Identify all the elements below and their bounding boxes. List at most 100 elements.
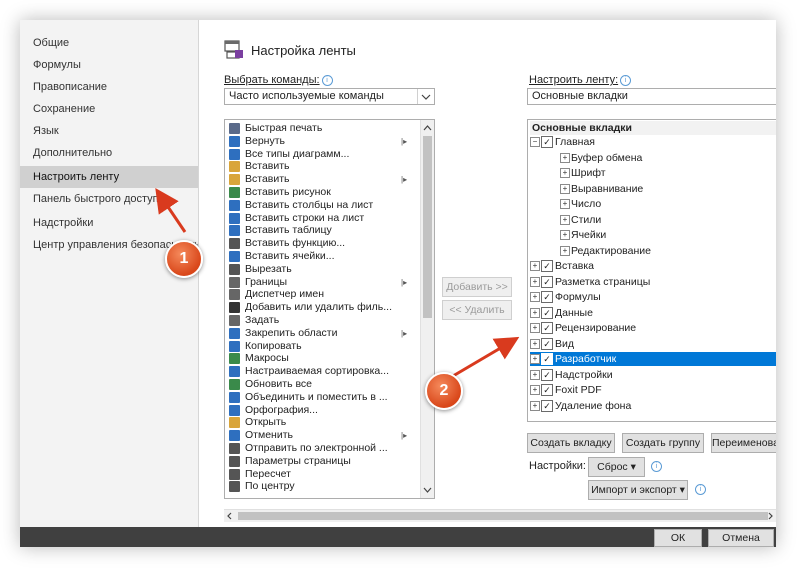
tree-group-item[interactable]: + Выравнивание [560, 182, 776, 196]
command-item[interactable]: Задать [229, 314, 409, 327]
cancel-button[interactable]: Отмена [708, 529, 774, 547]
sidebar-item-proofing[interactable]: Правописание [20, 76, 198, 98]
command-item[interactable]: Добавить или удалить филь... [229, 301, 409, 314]
command-item[interactable]: Вставить |▸ [229, 173, 409, 186]
expand-icon[interactable]: + [530, 400, 540, 411]
command-item[interactable]: Отправить по электронной ... [229, 442, 409, 455]
command-item[interactable]: Вставить столбцы на лист [229, 199, 409, 212]
tree-tab-item[interactable]: + ✓ Удаление фона [530, 399, 776, 413]
tree-group-item[interactable]: + Число [560, 197, 776, 211]
new-tab-button[interactable]: Создать вкладку [527, 433, 615, 453]
expand-icon[interactable]: + [560, 183, 570, 194]
sidebar-item-quick-access-toolbar[interactable]: Панель быстрого доступа [20, 188, 198, 210]
command-item[interactable]: Открыть [229, 416, 409, 429]
command-item[interactable]: Все типы диаграмм... [229, 148, 409, 161]
expand-icon[interactable]: + [530, 276, 540, 287]
tree-tab-item[interactable]: + ✓ Разработчик [530, 352, 776, 366]
command-item[interactable]: Пересчет [229, 468, 409, 481]
tree-group-item[interactable]: + Буфер обмена [560, 151, 776, 165]
sidebar-item-customize-ribbon[interactable]: Настроить ленту [20, 166, 198, 188]
tree-tab-item[interactable]: + ✓ Данные [530, 306, 776, 320]
command-item[interactable]: Вставить функцию... [229, 237, 409, 250]
sidebar-item-formulas[interactable]: Формулы [20, 54, 198, 76]
tab-checkbox[interactable]: ✓ [541, 260, 553, 272]
collapse-icon[interactable]: − [530, 137, 540, 147]
sidebar-item-advanced[interactable]: Дополнительно [20, 142, 198, 164]
command-item[interactable]: Вставить таблицу [229, 224, 409, 237]
commands-scrollbar[interactable] [420, 120, 434, 498]
expand-icon[interactable]: + [530, 369, 540, 380]
command-item[interactable]: Вернуть |▸ [229, 135, 409, 148]
command-item[interactable]: Вырезать [229, 263, 409, 276]
expand-icon[interactable]: + [530, 385, 540, 395]
scrollbar-thumb[interactable] [423, 136, 432, 318]
expand-icon[interactable]: + [530, 338, 540, 349]
expand-icon[interactable]: + [530, 354, 540, 364]
tab-checkbox[interactable]: ✓ [541, 337, 553, 350]
tree-tab-item[interactable]: + ✓ Разметка страницы [530, 275, 776, 289]
sidebar-item-language[interactable]: Язык [20, 120, 198, 142]
tree-group-item[interactable]: + Ячейки [560, 228, 776, 242]
command-item[interactable]: Макросы [229, 352, 409, 365]
expand-icon[interactable]: + [530, 292, 540, 302]
expand-icon[interactable]: + [530, 261, 540, 271]
command-item[interactable]: Вставить рисунок [229, 186, 409, 199]
command-item[interactable]: Копировать [229, 340, 409, 353]
customize-ribbon-select[interactable]: Основные вкладки [527, 88, 776, 105]
ok-button[interactable]: ОК [654, 529, 702, 547]
command-item[interactable]: Вставить [229, 160, 409, 173]
tree-group-item[interactable]: + Стили [560, 213, 776, 227]
sidebar-item-addins[interactable]: Надстройки [20, 212, 198, 234]
tree-group-item[interactable]: + Шрифт [560, 166, 776, 180]
tab-checkbox[interactable]: ✓ [541, 399, 553, 412]
command-item[interactable]: Объединить и поместить в ... [229, 391, 409, 404]
tree-group-item[interactable]: + Редактирование [560, 244, 776, 258]
choose-commands-select[interactable]: Часто используемые команды [224, 88, 435, 105]
command-item[interactable]: Вставить ячейки... [229, 250, 409, 263]
command-item[interactable]: Закрепить области |▸ [229, 327, 409, 340]
horizontal-scrollbar[interactable] [224, 509, 776, 522]
expand-icon[interactable]: + [560, 168, 570, 178]
horizontal-scrollbar-thumb[interactable] [238, 512, 768, 520]
command-item[interactable]: По центру [229, 480, 409, 493]
tree-tab-item[interactable]: + ✓ Вид [530, 337, 776, 351]
command-item[interactable]: Настраиваемая сортировка... [229, 365, 409, 378]
tab-checkbox[interactable]: ✓ [541, 291, 553, 303]
expand-icon[interactable]: + [560, 199, 570, 209]
reset-button[interactable]: Сброс ▾ [588, 457, 645, 477]
sidebar-item-save[interactable]: Сохранение [20, 98, 198, 120]
sidebar-item-general[interactable]: Общие [20, 32, 198, 54]
tree-tab-item[interactable]: + ✓ Надстройки [530, 368, 776, 382]
tab-checkbox[interactable]: ✓ [541, 136, 553, 148]
import-export-button[interactable]: Импорт и экспорт ▾ [588, 480, 688, 500]
tree-tab-item[interactable]: + ✓ Рецензирование [530, 321, 776, 335]
tree-tab-item[interactable]: + ✓ Вставка [530, 259, 776, 273]
expand-icon[interactable]: + [530, 323, 540, 333]
tree-tab-item[interactable]: − ✓ Главная [530, 135, 776, 149]
expand-icon[interactable]: + [560, 230, 570, 240]
tab-checkbox[interactable]: ✓ [541, 275, 553, 288]
commands-list[interactable]: Быстрая печать Вернуть |▸ Все типы диаграмм… [224, 119, 435, 499]
tab-checkbox[interactable]: ✓ [541, 353, 553, 365]
remove-button[interactable]: << Удалить [442, 300, 512, 320]
new-group-button[interactable]: Создать группу [622, 433, 704, 453]
tree-tab-item[interactable]: + ✓ Формулы [530, 290, 776, 304]
command-item[interactable]: Вставить строки на лист [229, 212, 409, 225]
expand-icon[interactable]: + [560, 214, 570, 225]
tree-tab-item[interactable]: + ✓ Foxit PDF [530, 383, 776, 397]
expand-icon[interactable]: + [530, 307, 540, 318]
command-item[interactable]: Быстрая печать [229, 122, 409, 135]
tab-checkbox[interactable]: ✓ [541, 306, 553, 319]
tab-checkbox[interactable]: ✓ [541, 322, 553, 334]
command-item[interactable]: Границы |▸ [229, 276, 409, 289]
tab-checkbox[interactable]: ✓ [541, 384, 553, 396]
command-item[interactable]: Обновить все [229, 378, 409, 391]
add-button[interactable]: Добавить >> [442, 277, 512, 297]
tab-checkbox[interactable]: ✓ [541, 368, 553, 381]
command-item[interactable]: Диспетчер имен [229, 288, 409, 301]
command-item[interactable]: Отменить |▸ [229, 429, 409, 442]
expand-icon[interactable]: + [560, 152, 570, 163]
ribbon-tabs-tree[interactable]: Основные вкладки − ✓ Главная + Буфер обмена +… [527, 119, 776, 422]
command-item[interactable]: Параметры страницы [229, 455, 409, 468]
expand-icon[interactable]: + [560, 245, 570, 256]
